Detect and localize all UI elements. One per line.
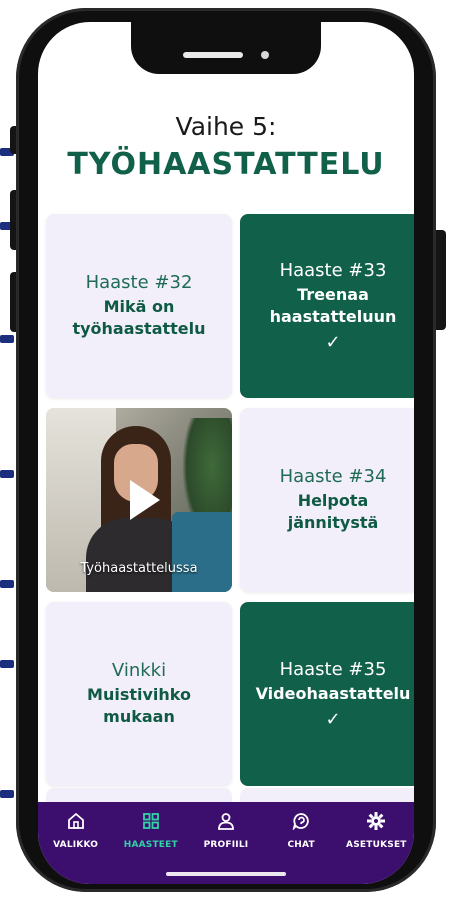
decor-dash xyxy=(0,335,14,343)
phone-power-button xyxy=(436,230,446,330)
challenge-card-32[interactable]: Haaste #32 Mikä on työhaastattelu xyxy=(46,214,232,398)
phone-frame: Vaihe 5: TYÖHAASTATTELU Haaste #32 Mikä … xyxy=(16,8,436,892)
gear-icon xyxy=(365,810,387,832)
challenge-title: Mikä on työhaastattelu xyxy=(72,297,206,338)
nav-label: ASETUKSET xyxy=(346,840,407,850)
challenge-number: Haaste #32 xyxy=(85,272,193,293)
nav-label: PROFIILI xyxy=(203,840,249,850)
challenge-title: Treenaa haastatteluun xyxy=(269,284,397,326)
nav-label: CHAT xyxy=(287,840,315,850)
home-indicator[interactable] xyxy=(166,872,286,876)
checkmark-icon: ✓ xyxy=(325,708,341,730)
card-peek xyxy=(240,788,414,802)
tip-title: Muistivihko mukaan xyxy=(87,685,191,726)
challenge-number: Haaste #35 xyxy=(279,658,387,680)
decor-dash xyxy=(0,470,14,478)
front-camera xyxy=(261,51,269,59)
challenge-number: Haaste #33 xyxy=(279,259,387,281)
nav-label: VALIKKO xyxy=(53,840,99,850)
nav-item-chat[interactable]: CHAT xyxy=(266,810,336,850)
phone-screen: Vaihe 5: TYÖHAASTATTELU Haaste #32 Mikä … xyxy=(38,22,414,884)
video-thumbnail-laptop xyxy=(172,512,232,592)
tip-label: Vinkki xyxy=(111,660,167,681)
challenge-title: Helpota jännitystä xyxy=(287,491,379,532)
challenge-card-34[interactable]: Haaste #34 Helpota jännitystä xyxy=(240,408,414,592)
decor-dash xyxy=(0,790,14,798)
decor-dash xyxy=(0,660,14,668)
chat-icon xyxy=(290,810,312,832)
challenge-number: Haaste #34 xyxy=(279,466,387,487)
nav-item-haasteet[interactable]: HAASTEET xyxy=(116,810,186,850)
page-header: Vaihe 5: TYÖHAASTATTELU xyxy=(38,112,414,182)
tip-card[interactable]: Vinkki Muistivihko mukaan xyxy=(46,602,232,786)
card-peek xyxy=(46,788,232,802)
video-caption: Työhaastattelussa xyxy=(80,561,198,576)
nav-item-valikko[interactable]: VALIKKO xyxy=(41,810,111,850)
challenge-card-33[interactable]: Haaste #33 Treenaa haastatteluun ✓ xyxy=(240,214,414,398)
challenge-card-35[interactable]: Haaste #35 Videohaastattelu ✓ xyxy=(240,602,414,786)
page-title: TYÖHAASTATTELU xyxy=(67,147,385,182)
nav-item-asetukset[interactable]: ASETUKSET xyxy=(341,810,411,850)
speaker-grille xyxy=(183,52,243,58)
home-icon xyxy=(65,810,87,832)
nav-label: HAASTEET xyxy=(123,840,178,850)
nav-item-profiili[interactable]: PROFIILI xyxy=(191,810,261,850)
decor-dash xyxy=(0,580,14,588)
next-row-peek xyxy=(46,788,414,802)
play-icon[interactable] xyxy=(130,480,160,520)
video-card[interactable]: Työhaastattelussa xyxy=(46,408,232,592)
challenge-title: Videohaastattelu xyxy=(255,683,411,703)
notch xyxy=(131,22,321,74)
user-icon xyxy=(215,810,237,832)
bottom-nav: VALIKKO HAASTEET PROFIILI CHAT ASETUKSET xyxy=(38,802,414,884)
grid-icon xyxy=(140,810,162,832)
step-label: Vaihe 5: xyxy=(175,112,277,141)
checkmark-icon: ✓ xyxy=(325,331,341,353)
